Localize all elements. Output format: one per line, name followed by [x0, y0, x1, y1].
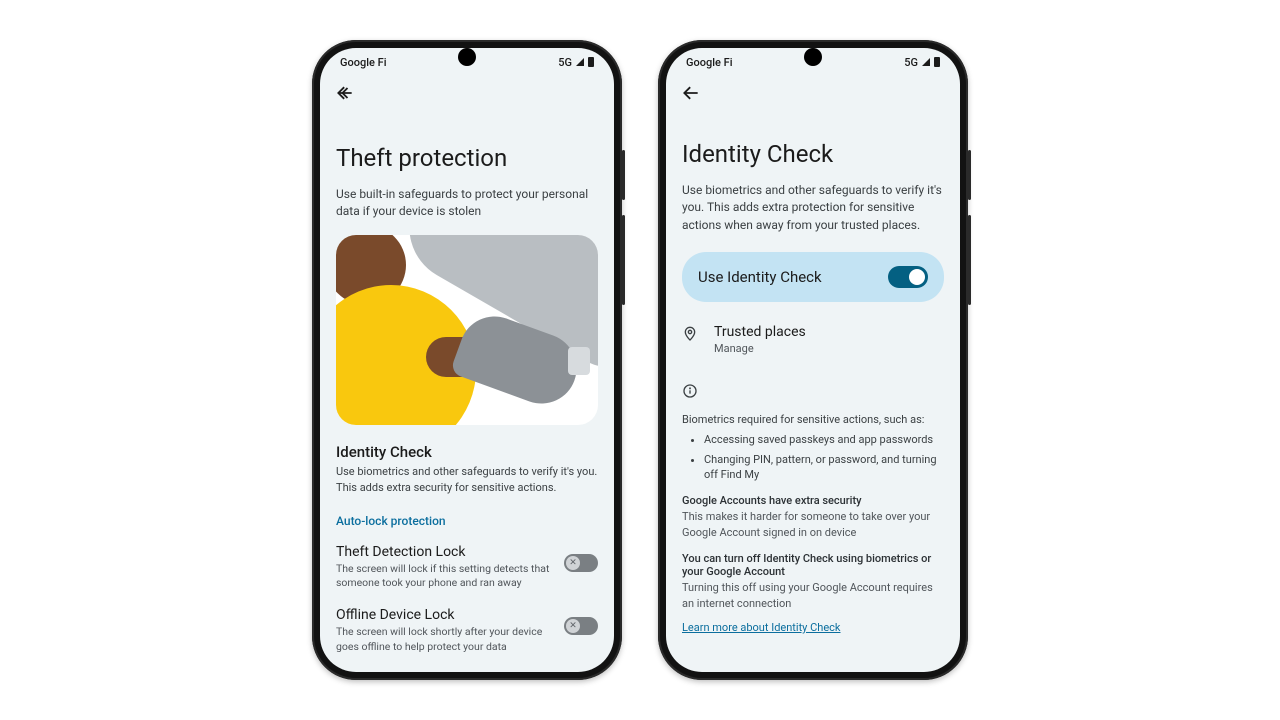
offline-lock-title: Offline Device Lock [336, 607, 554, 623]
offline-lock-toggle[interactable]: ✕ [564, 617, 598, 635]
theft-illustration [336, 235, 598, 425]
page-title: Identity Check [682, 140, 944, 168]
carrier-label: Google Fi [686, 56, 733, 69]
accounts-security-block: Google Accounts have extra security This… [682, 494, 944, 540]
trusted-places-sub: Manage [714, 342, 806, 355]
screen-right: Google Fi 5G Identity Check Use biometri… [666, 48, 960, 672]
battery-icon [934, 57, 940, 67]
bullet-item: Accessing saved passkeys and app passwor… [704, 432, 944, 447]
use-identity-check-card[interactable]: Use Identity Check [682, 252, 944, 302]
bullet-item: Changing PIN, pattern, or password, and … [704, 452, 944, 483]
screen-left: Google Fi 5G Theft protection Use built-… [320, 48, 614, 672]
info-icon [682, 383, 944, 403]
use-identity-check-label: Use Identity Check [698, 268, 822, 286]
theft-detection-toggle[interactable]: ✕ [564, 554, 598, 572]
trusted-places-row[interactable]: Trusted places Manage [682, 324, 944, 355]
back-arrow-icon[interactable] [334, 82, 356, 104]
page-title: Theft protection [336, 144, 598, 172]
biometrics-bullet-list: Accessing saved passkeys and app passwor… [704, 432, 944, 482]
network-label: 5G [558, 56, 572, 69]
carrier-label: Google Fi [340, 56, 387, 69]
phone-frame-left: Google Fi 5G Theft protection Use built-… [312, 40, 622, 680]
location-pin-icon [682, 326, 700, 346]
battery-icon [588, 57, 594, 67]
theft-detection-sub: The screen will lock if this setting det… [336, 562, 554, 591]
theft-detection-title: Theft Detection Lock [336, 544, 554, 560]
page-subtitle: Use biometrics and other safeguards to v… [682, 182, 944, 234]
phone-frame-right: Google Fi 5G Identity Check Use biometri… [658, 40, 968, 680]
offline-device-lock-row[interactable]: Offline Device Lock The screen will lock… [336, 607, 598, 654]
offline-lock-sub: The screen will lock shortly after your … [336, 625, 554, 654]
status-right: 5G [904, 56, 940, 69]
identity-check-subtitle: Use biometrics and other safeguards to v… [336, 464, 598, 496]
camera-notch [458, 48, 476, 66]
trusted-places-title: Trusted places [714, 324, 806, 340]
signal-icon [576, 58, 584, 66]
theft-detection-lock-row[interactable]: Theft Detection Lock The screen will loc… [336, 544, 598, 591]
signal-icon [922, 58, 930, 66]
turn-off-info-block: You can turn off Identity Check using bi… [682, 552, 944, 611]
learn-more-link[interactable]: Learn more about Identity Check [682, 621, 841, 634]
biometrics-info-head: Biometrics required for sensitive action… [682, 413, 944, 426]
auto-lock-section-header: Auto-lock protection [336, 514, 598, 528]
page-subtitle: Use built-in safeguards to protect your … [336, 186, 598, 221]
camera-notch [804, 48, 822, 66]
identity-check-title[interactable]: Identity Check [336, 443, 598, 461]
network-label: 5G [904, 56, 918, 69]
back-arrow-icon[interactable] [680, 82, 702, 104]
status-right: 5G [558, 56, 594, 69]
use-identity-check-toggle[interactable] [888, 266, 928, 288]
